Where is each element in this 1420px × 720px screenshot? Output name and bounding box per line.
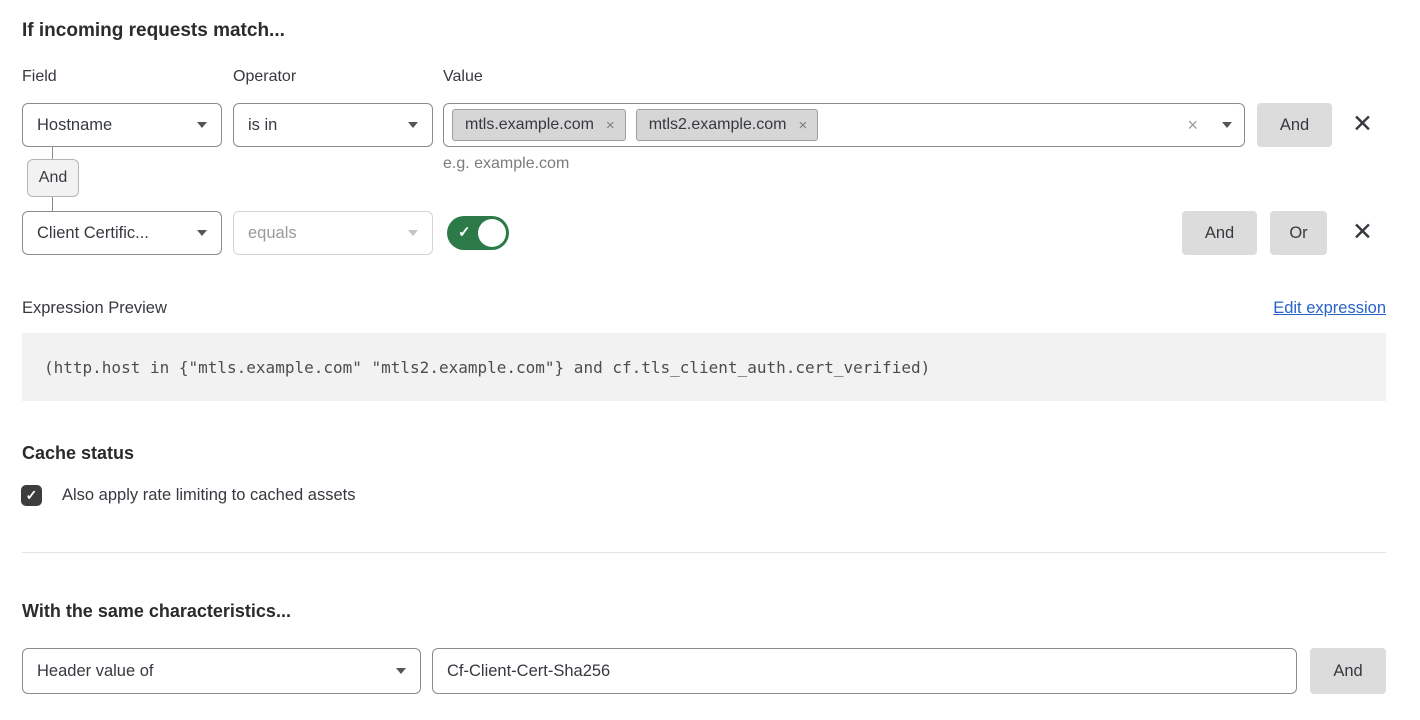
characteristics-title: With the same characteristics...: [22, 601, 291, 622]
add-and-condition-button-row2[interactable]: And: [1182, 211, 1257, 255]
field-select-row2[interactable]: Client Certific...: [22, 211, 222, 255]
characteristic-select-value: Header value of: [37, 662, 154, 681]
value-column-label: Value: [443, 68, 483, 86]
field-select-row1-value: Hostname: [37, 116, 112, 135]
chevron-down-icon: [408, 122, 418, 128]
operator-select-row1[interactable]: is in: [233, 103, 433, 147]
add-and-condition-button-row1[interactable]: And: [1257, 103, 1332, 147]
edit-expression-link[interactable]: Edit expression: [1273, 299, 1386, 318]
rule-builder: If incoming requests match... Field Oper…: [0, 0, 1420, 720]
remove-tag-icon[interactable]: ×: [606, 118, 615, 133]
operator-select-row2-value: equals: [248, 224, 297, 243]
connector-line: [52, 147, 53, 159]
operator-select-row2: equals: [233, 211, 433, 255]
check-icon: ✓: [458, 223, 471, 241]
field-select-row2-value: Client Certific...: [37, 224, 149, 243]
header-name-input[interactable]: [432, 648, 1297, 694]
chevron-down-icon: [408, 230, 418, 236]
and-connector-chip: And: [27, 159, 79, 197]
value-tag-label: mtls.example.com: [465, 116, 594, 134]
delete-condition-icon-row2[interactable]: ✕: [1352, 220, 1373, 245]
field-select-row1[interactable]: Hostname: [22, 103, 222, 147]
clear-values-icon[interactable]: ×: [1187, 116, 1198, 134]
cached-assets-checkbox-label: Also apply rate limiting to cached asset…: [62, 486, 355, 505]
chevron-down-icon: [197, 122, 207, 128]
section-divider: [22, 552, 1386, 553]
value-tag: mtls2.example.com ×: [636, 109, 819, 141]
operator-select-row1-value: is in: [248, 116, 277, 135]
value-helper-text: e.g. example.com: [443, 155, 569, 173]
remove-tag-icon[interactable]: ×: [799, 118, 808, 133]
cert-verified-toggle[interactable]: ✓: [447, 216, 509, 250]
field-column-label: Field: [22, 68, 57, 86]
cache-status-title: Cache status: [22, 443, 134, 464]
add-or-condition-button-row2[interactable]: Or: [1270, 211, 1327, 255]
delete-condition-icon-row1[interactable]: ✕: [1352, 112, 1373, 137]
cached-assets-checkbox[interactable]: ✓: [21, 485, 42, 506]
value-tag-label: mtls2.example.com: [649, 116, 787, 134]
value-box-controls: ×: [1187, 116, 1232, 134]
chevron-down-icon: [197, 230, 207, 236]
operator-column-label: Operator: [233, 68, 296, 86]
check-icon: ✓: [26, 487, 38, 504]
toggle-knob: [478, 219, 506, 247]
value-tag: mtls.example.com ×: [452, 109, 626, 141]
expression-preview-label: Expression Preview: [22, 299, 167, 318]
value-multiselect-row1[interactable]: mtls.example.com × mtls2.example.com × ×: [443, 103, 1245, 147]
expression-code: (http.host in {"mtls.example.com" "mtls2…: [22, 333, 1386, 401]
characteristic-select[interactable]: Header value of: [22, 648, 421, 694]
chevron-down-icon: [396, 668, 406, 674]
connector-line: [52, 197, 53, 211]
section-title-incoming-requests: If incoming requests match...: [22, 20, 285, 42]
add-characteristic-button[interactable]: And: [1310, 648, 1386, 694]
chevron-down-icon[interactable]: [1222, 122, 1232, 128]
